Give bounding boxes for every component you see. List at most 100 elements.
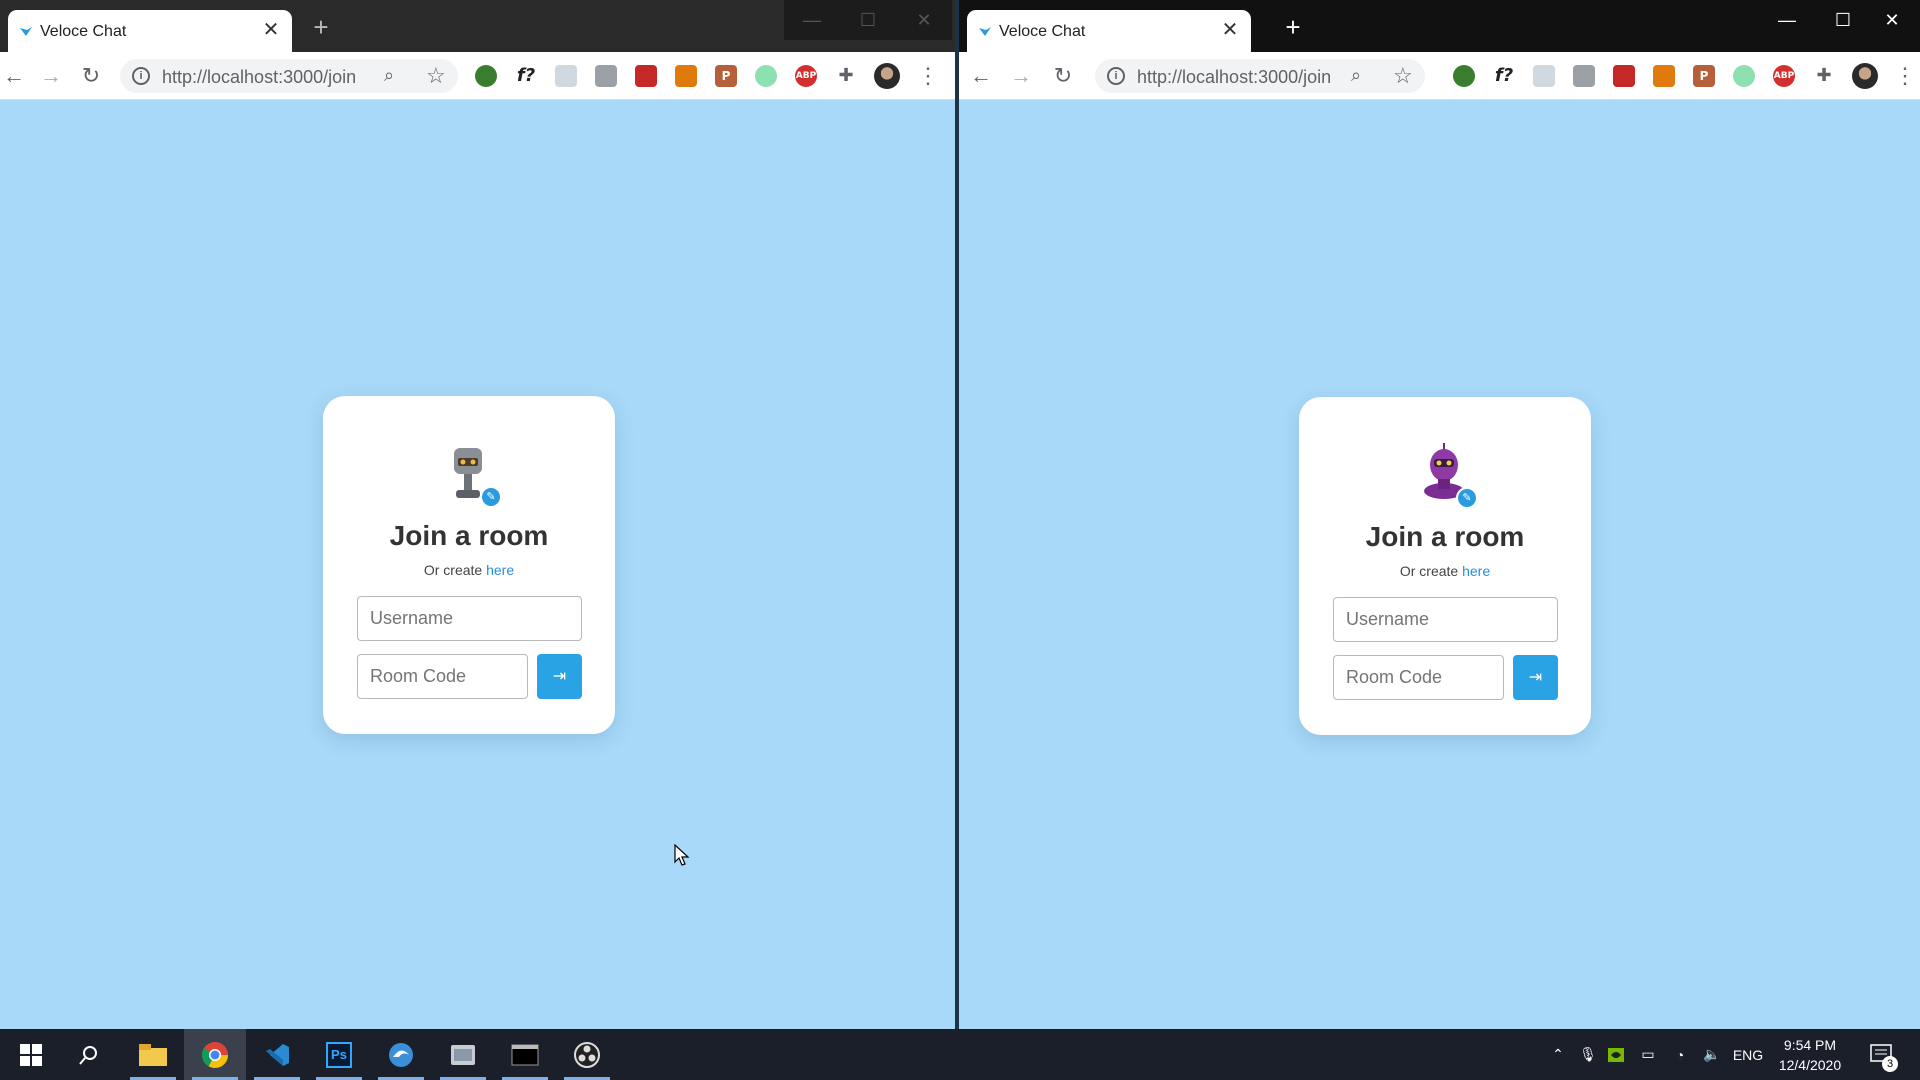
app-icon[interactable] bbox=[432, 1029, 494, 1080]
camera-extension-icon[interactable] bbox=[595, 65, 617, 87]
address-bar[interactable]: i http://localhost:3000/join ⌕ ☆ bbox=[1095, 59, 1425, 93]
create-room-link[interactable]: here bbox=[1462, 563, 1490, 579]
reload-icon[interactable]: ↻ bbox=[77, 62, 105, 90]
clock[interactable]: 9:54 PM 12/4/2020 bbox=[1770, 1035, 1850, 1075]
globe-extension-icon[interactable] bbox=[1453, 65, 1475, 87]
address-bar[interactable]: i http://localhost:3000/join ⌕ ☆ bbox=[120, 59, 458, 93]
back-icon[interactable]: ← bbox=[0, 62, 28, 90]
new-tab-button[interactable]: + bbox=[1279, 14, 1307, 42]
enter-icon: ⇥ bbox=[1528, 669, 1543, 686]
browser-window-right: Veloce Chat ✕ + — ☐ ✕ ← → ↻ i http://loc… bbox=[959, 0, 1920, 1029]
red-square-extension-icon[interactable] bbox=[635, 65, 657, 87]
puzzle-extension-icon[interactable]: ✚ bbox=[835, 65, 857, 87]
create-room-subtitle: Or create here bbox=[323, 562, 615, 578]
forward-icon[interactable]: → bbox=[1007, 62, 1035, 90]
windows-taskbar: Ps ⌃ 🎙 ▭ ◔ 🔈 ENG 9:54 PM 12/4/2020 3 bbox=[0, 1029, 1920, 1080]
join-room-button[interactable]: ⇥ bbox=[537, 654, 582, 699]
clock-date: 12/4/2020 bbox=[1778, 1057, 1842, 1073]
orange-extension-icon[interactable] bbox=[675, 65, 697, 87]
red-square-extension-icon[interactable] bbox=[1613, 65, 1635, 87]
profile-avatar[interactable] bbox=[874, 63, 900, 89]
file-explorer-icon[interactable] bbox=[122, 1029, 184, 1080]
veloce-favicon-icon bbox=[979, 27, 991, 36]
forward-icon[interactable]: → bbox=[37, 62, 65, 90]
reload-icon[interactable]: ↻ bbox=[1049, 62, 1077, 90]
zoom-icon[interactable]: ⌕ bbox=[384, 65, 394, 86]
nvidia-icon[interactable] bbox=[1604, 1029, 1628, 1080]
tab-title: Veloce Chat bbox=[40, 23, 127, 40]
tab-title: Veloce Chat bbox=[999, 23, 1086, 40]
page-title: Join a room bbox=[1365, 521, 1525, 552]
orange-extension-icon[interactable] bbox=[1653, 65, 1675, 87]
room-code-input[interactable] bbox=[357, 654, 528, 699]
veloce-favicon-icon bbox=[20, 27, 32, 36]
wifi-icon[interactable]: ◔ bbox=[1668, 1029, 1692, 1080]
adblock-extension-icon[interactable]: ABP bbox=[795, 65, 817, 87]
camera-extension-icon[interactable] bbox=[1573, 65, 1595, 87]
profile-avatar[interactable] bbox=[1852, 63, 1878, 89]
bookmark-star-icon[interactable]: ☆ bbox=[426, 63, 446, 89]
bookmark-star-icon[interactable]: ☆ bbox=[1393, 63, 1413, 89]
site-info-icon[interactable]: i bbox=[132, 67, 150, 85]
globe-extension-icon[interactable] bbox=[475, 65, 497, 87]
chrome-icon[interactable] bbox=[184, 1029, 246, 1080]
avatar[interactable]: ✎ bbox=[444, 442, 502, 508]
menu-kebab-icon[interactable]: ⋮ bbox=[1894, 62, 1916, 90]
p-extension-icon[interactable]: P bbox=[1693, 65, 1715, 87]
green-circle-extension-icon[interactable] bbox=[755, 65, 777, 87]
zoom-icon[interactable]: ⌕ bbox=[1351, 65, 1361, 86]
minimize-button[interactable]: — bbox=[1759, 0, 1815, 40]
pen-extension-icon[interactable] bbox=[555, 65, 577, 87]
terminal-icon[interactable] bbox=[494, 1029, 556, 1080]
create-room-subtitle: Or create here bbox=[1299, 563, 1591, 579]
photoshop-icon[interactable]: Ps bbox=[308, 1029, 370, 1080]
p-extension-icon[interactable]: P bbox=[715, 65, 737, 87]
green-circle-extension-icon[interactable] bbox=[1733, 65, 1755, 87]
back-icon[interactable]: ← bbox=[967, 62, 995, 90]
new-tab-button[interactable]: + bbox=[307, 14, 335, 42]
adblock-extension-icon[interactable]: ABP bbox=[1773, 65, 1795, 87]
menu-kebab-icon[interactable]: ⋮ bbox=[917, 62, 939, 90]
browser-tab[interactable]: Veloce Chat ✕ bbox=[8, 10, 292, 52]
photoshop-label: Ps bbox=[326, 1041, 352, 1068]
edge-icon[interactable] bbox=[370, 1029, 432, 1080]
edit-avatar-icon[interactable]: ✎ bbox=[1456, 487, 1478, 509]
subtitle-text: Or create bbox=[1399, 563, 1459, 579]
tab-strip: Veloce Chat ✕ + — ☐ ✕ bbox=[0, 0, 955, 52]
maximize-button[interactable]: ☐ bbox=[840, 0, 896, 40]
edit-avatar-icon[interactable]: ✎ bbox=[480, 486, 502, 508]
browser-toolbar: ← → ↻ i http://localhost:3000/join ⌕ ☆ f… bbox=[959, 52, 1920, 100]
pen-extension-icon[interactable] bbox=[1533, 65, 1555, 87]
minimize-button[interactable]: — bbox=[784, 0, 840, 40]
close-tab-icon[interactable]: ✕ bbox=[1219, 19, 1241, 41]
search-icon[interactable] bbox=[58, 1029, 120, 1080]
volume-icon[interactable]: 🔈 bbox=[1700, 1029, 1724, 1080]
fx-extension-icon[interactable]: f? bbox=[515, 65, 537, 87]
site-info-icon[interactable]: i bbox=[1107, 67, 1125, 85]
maximize-button[interactable]: ☐ bbox=[1815, 0, 1871, 40]
puzzle-extension-icon[interactable]: ✚ bbox=[1813, 65, 1835, 87]
notification-center-icon[interactable]: 3 bbox=[1862, 1029, 1902, 1080]
language-indicator[interactable]: ENG bbox=[1730, 1029, 1766, 1080]
fx-extension-icon[interactable]: f? bbox=[1493, 65, 1515, 87]
close-tab-icon[interactable]: ✕ bbox=[260, 19, 282, 41]
notification-count-badge: 3 bbox=[1882, 1056, 1898, 1072]
obs-icon[interactable] bbox=[556, 1029, 618, 1080]
create-room-link[interactable]: here bbox=[486, 562, 514, 578]
browser-tab[interactable]: Veloce Chat ✕ bbox=[967, 10, 1251, 52]
close-window-button[interactable]: ✕ bbox=[1864, 0, 1920, 40]
join-room-button[interactable]: ⇥ bbox=[1513, 655, 1558, 700]
microphone-icon[interactable]: 🎙 bbox=[1576, 1029, 1600, 1080]
username-input[interactable] bbox=[1333, 597, 1558, 642]
start-icon[interactable] bbox=[0, 1029, 62, 1080]
battery-icon[interactable]: ▭ bbox=[1636, 1029, 1660, 1080]
room-code-input[interactable] bbox=[1333, 655, 1504, 700]
browser-window-left: Veloce Chat ✕ + — ☐ ✕ ← → ↻ i http://loc… bbox=[0, 0, 955, 1029]
username-input[interactable] bbox=[357, 596, 582, 641]
url-text[interactable]: http://localhost:3000/join bbox=[1137, 67, 1331, 88]
vscode-icon[interactable] bbox=[246, 1029, 308, 1080]
url-text[interactable]: http://localhost:3000/join bbox=[162, 67, 356, 88]
avatar[interactable]: ✎ bbox=[1420, 443, 1478, 509]
show-hidden-icons-chevron-icon[interactable]: ⌃ bbox=[1546, 1029, 1570, 1080]
close-window-button[interactable]: ✕ bbox=[896, 0, 952, 40]
